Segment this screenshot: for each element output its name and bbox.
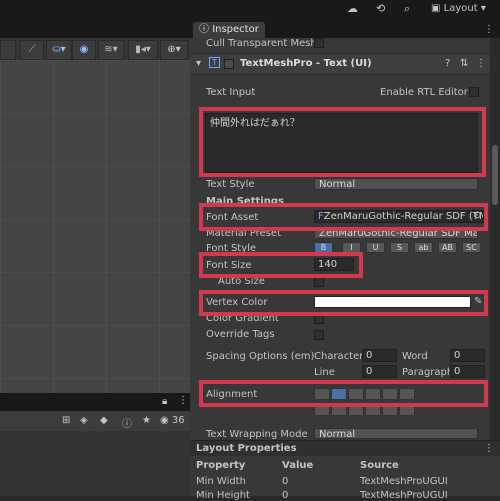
column-header-property: Property [196, 460, 246, 471]
line-label: Line [314, 367, 335, 378]
scene-grid[interactable] [0, 60, 190, 393]
component-header[interactable]: ▾ T TextMeshPro - Text (UI) ? ⇅ ⋮ [190, 53, 490, 75]
layout-properties-table: Property Value Source Min Width 0 TextMe… [190, 456, 500, 501]
override-tags-checkbox[interactable] [314, 330, 324, 340]
text-style-dropdown[interactable]: Normal [314, 178, 478, 190]
strikethrough-button[interactable]: S [390, 242, 409, 253]
text-input-label: Text Input [206, 87, 256, 98]
paragraph-label: Paragraph [402, 367, 454, 378]
component-enabled-checkbox[interactable] [224, 59, 234, 69]
text-component-icon: T [209, 57, 220, 68]
auto-size-checkbox[interactable] [314, 277, 324, 287]
star-icon[interactable]: ★ [142, 415, 151, 426]
lock-icon[interactable]: 🔒︎ [162, 396, 167, 407]
table-row-value: 0 [282, 476, 289, 487]
chevron-down-icon: ▾ [480, 3, 486, 14]
inspector-scrollbar[interactable] [490, 38, 500, 440]
cull-checkbox[interactable] [314, 38, 324, 48]
visibility-button[interactable]: ◉ [72, 40, 96, 60]
cull-label: Cull Transparent Mesh [206, 38, 317, 49]
column-header-value: Value [282, 460, 314, 471]
layout-properties-menu-icon[interactable]: ⋮ [484, 443, 494, 454]
line-spacing-input[interactable]: 0 [362, 365, 397, 378]
cloud-icon[interactable]: ☁ [347, 2, 358, 15]
inspector-tab-label: Inspector [212, 24, 259, 35]
layout-dropdown[interactable]: ▣ Layout ▾ [427, 1, 490, 17]
info-icon: ⓘ [199, 24, 209, 35]
tab-inspector[interactable]: ⓘ Inspector [193, 22, 265, 38]
word-spacing-input[interactable]: 0 [450, 349, 485, 362]
layout-properties-title: Layout Properties [196, 443, 297, 454]
highlight-font-asset [199, 203, 488, 231]
character-spacing-input[interactable]: 0 [362, 349, 397, 362]
help-icon[interactable]: ? [445, 58, 450, 69]
scene-tab-bar [0, 20, 190, 38]
highlight-font-size [199, 252, 363, 278]
text-style-label: Text Style [206, 179, 255, 190]
rtl-checkbox[interactable] [469, 87, 479, 97]
column-header-source: Source [360, 460, 399, 471]
spacing-label: Spacing Options (em) [206, 351, 315, 362]
table-row-source: TextMeshProUGUI [360, 476, 448, 487]
table-row-property: Min Width [196, 476, 246, 487]
hidden-count: 36 [171, 415, 185, 426]
search-icon[interactable]: ⌕ [404, 2, 410, 16]
layers-tool-button[interactable]: ⛀▾ [46, 40, 72, 60]
gizmo-button[interactable]: ≋▾ [98, 40, 124, 60]
info-icon[interactable]: ⓘ [122, 415, 132, 430]
component-menu-icon[interactable]: ⋮ [476, 58, 486, 69]
layout-icon: ▣ [431, 3, 441, 14]
highlight-text-input [199, 107, 486, 177]
snap-tool-button[interactable]: ⟋ [20, 40, 44, 60]
scrollbar-thumb[interactable] [492, 145, 498, 205]
override-tags-label: Override Tags [206, 329, 275, 340]
smallcaps-button[interactable]: SC [462, 242, 481, 253]
paragraph-spacing-input[interactable]: 0 [450, 365, 485, 378]
collapse-arrow-icon[interactable]: ▾ [196, 58, 201, 69]
presets-icon[interactable]: ⇅ [460, 58, 468, 69]
filter-icon[interactable]: ⊞ [62, 415, 70, 426]
layout-properties-header[interactable]: Layout Properties ⋮ [190, 440, 500, 457]
bottom-toolbar: ⊞ ◈ ◆ ⓘ ★ ◉ 36 [0, 411, 190, 432]
word-label: Word [402, 351, 428, 362]
bottom-tab-bar: 🔒︎ ⋮ [0, 393, 190, 411]
rtl-label: Enable RTL Editor [380, 87, 468, 98]
eye-count[interactable]: ◉ 36 [160, 415, 185, 426]
underline-button[interactable]: U [366, 242, 385, 253]
highlight-alignment [199, 380, 488, 407]
wrapping-dropdown[interactable]: Normal [314, 428, 478, 439]
character-label: Character [314, 351, 364, 362]
wrapping-label: Text Wrapping Mode [206, 429, 308, 440]
camera-button[interactable]: ▮◂▾ [128, 40, 158, 60]
layout-label: Layout [443, 3, 478, 14]
more-menu-icon[interactable]: ⋮ [484, 24, 494, 35]
bottom-content [0, 431, 190, 496]
move-tool-button[interactable] [0, 40, 16, 60]
tag-icon[interactable]: ◆ [100, 415, 108, 426]
lowercase-button[interactable]: ab [414, 242, 433, 253]
highlight-vertex-color [199, 290, 488, 316]
top-toolbar [0, 0, 500, 20]
type-filter-icon[interactable]: ◈ [80, 415, 88, 426]
more-menu-icon[interactable]: ⋮ [178, 395, 188, 406]
uppercase-button[interactable]: AB [438, 242, 457, 253]
scene-toolbar: ⟋ ⛀▾ ◉ ≋▾ ▮◂▾ ⊕▾ [0, 38, 190, 60]
history-icon[interactable]: ⟲ [376, 2, 385, 15]
pivot-button[interactable]: ⊕▾ [160, 40, 188, 60]
component-title: TextMeshPro - Text (UI) [240, 58, 372, 69]
